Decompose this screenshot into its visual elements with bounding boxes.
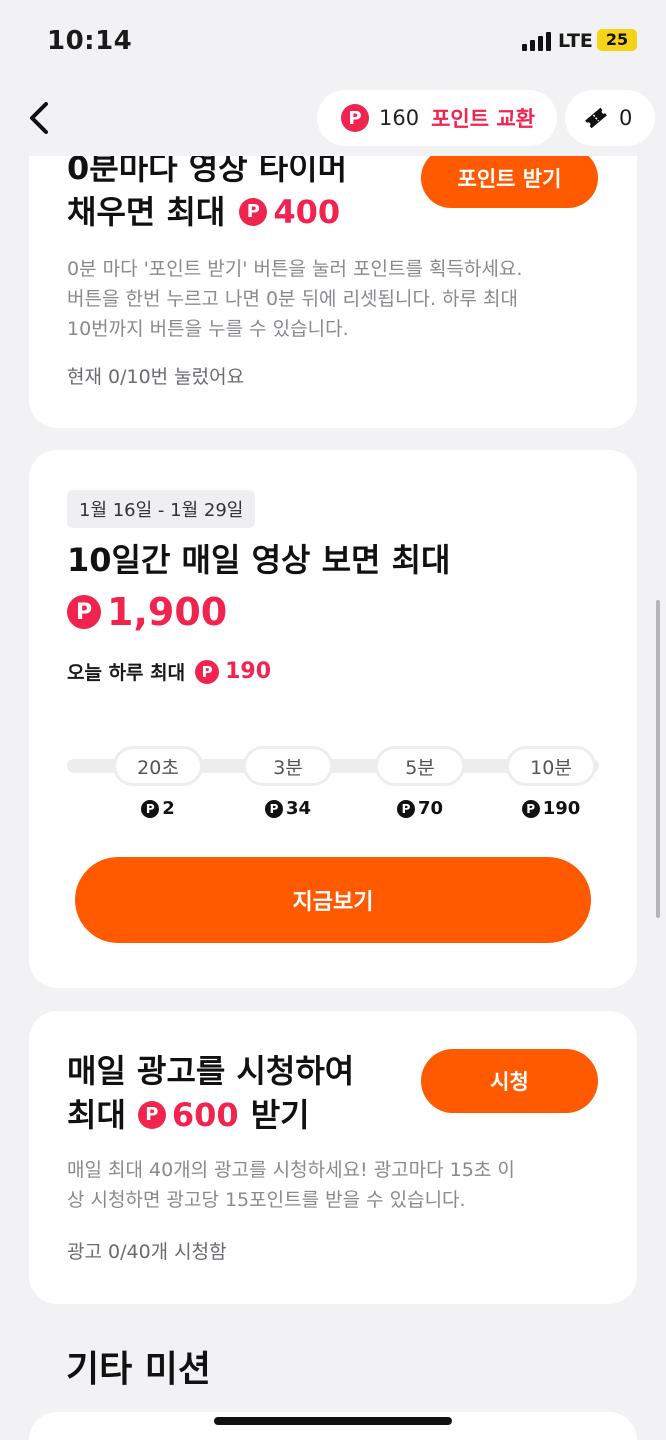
- daily-video-max-points: P 1,900: [67, 590, 227, 634]
- ads-status: 광고 0/40개 시청함: [67, 1241, 227, 1263]
- milestone-reward: P 34: [243, 798, 333, 819]
- point-icon: P: [195, 659, 220, 684]
- point-exchange-button[interactable]: P 160 포인트 교환: [317, 90, 557, 146]
- status-time: 10:14: [47, 26, 133, 56]
- ticket-icon: [585, 107, 607, 129]
- timer-title-prefix: 채우면 최대: [67, 193, 226, 231]
- ads-mission-card: 매일 광고를 시청하여 최대 P 600 받기 시청 매일 최대 40개의 광고…: [29, 1011, 637, 1304]
- home-indicator[interactable]: [214, 1417, 452, 1425]
- timer-description: 0분 마다 '포인트 받기' 버튼을 눌러 포인트를 획득하세요. 버튼을 한번…: [67, 258, 523, 340]
- today-max-row: 오늘 하루 최대 P 190: [67, 658, 271, 685]
- today-max-points: P 190: [195, 659, 271, 684]
- chevron-left-icon: [30, 102, 48, 134]
- milestone-5m: 5분: [375, 746, 465, 786]
- ticket-count: 0: [619, 106, 633, 130]
- point-balance: 160: [379, 106, 420, 130]
- point-exchange-label: 포인트 교환: [431, 107, 536, 131]
- back-button[interactable]: [22, 98, 58, 138]
- today-max-label: 오늘 하루 최대: [67, 662, 186, 684]
- ticket-button[interactable]: 0: [565, 90, 655, 146]
- timer-title-line2: 채우면 최대 P 400: [67, 190, 347, 234]
- date-range-badge: 1월 16일 - 1월 29일: [67, 490, 256, 528]
- timer-status: 현재 0/10번 눌렀어요: [67, 366, 245, 388]
- milestone-reward: P2: [113, 798, 203, 819]
- daily-video-card: 1월 16일 - 1월 29일 10일간 매일 영상 보면 최대 P 1,900…: [29, 450, 637, 988]
- timer-mission-title: 0분마다 영상 타이머 채우면 최대 P 400: [67, 146, 347, 234]
- watch-now-button[interactable]: 지금보기: [75, 857, 591, 943]
- point-icon: P: [141, 799, 160, 818]
- get-points-button[interactable]: 포인트 받기: [421, 148, 598, 208]
- milestone-3m: 3분: [243, 746, 333, 786]
- point-icon: P: [67, 595, 101, 629]
- milestone-20s: 20초: [113, 746, 203, 786]
- other-missions-title: 기타 미션: [66, 1349, 212, 1390]
- watch-ad-button[interactable]: 시청: [421, 1049, 598, 1113]
- timer-max-points: P 400: [239, 190, 340, 234]
- milestone-reward: P 70: [375, 798, 465, 819]
- status-bar: 10:14 LTE 25: [0, 0, 666, 80]
- ads-description: 매일 최대 40개의 광고를 시청하세요! 광고마다 15초 이 상 시청하면 …: [67, 1159, 515, 1211]
- point-icon: P: [341, 104, 369, 132]
- milestone-reward: P 190: [506, 798, 596, 819]
- scrollbar[interactable]: [656, 600, 660, 918]
- point-icon: P: [239, 198, 268, 226]
- point-icon: P: [396, 799, 415, 818]
- battery-icon: 25: [597, 29, 637, 51]
- signal-icon: [522, 31, 552, 51]
- point-icon: P: [137, 1101, 166, 1129]
- milestone-10m: 10분: [506, 746, 596, 786]
- point-icon: P: [521, 799, 540, 818]
- top-header: P 160 포인트 교환 0: [0, 80, 666, 156]
- ads-max-points: P 600: [137, 1093, 239, 1137]
- daily-video-title: 10일간 매일 영상 보면 최대: [67, 541, 451, 579]
- network-label: LTE: [558, 30, 593, 52]
- ads-mission-title: 매일 광고를 시청하여 최대 P 600 받기: [67, 1049, 354, 1137]
- point-icon: P: [264, 799, 283, 818]
